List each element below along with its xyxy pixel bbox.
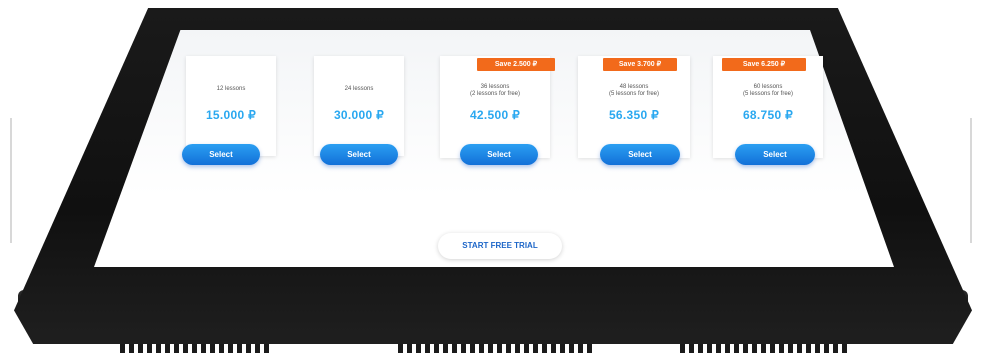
start-free-trial-button[interactable]: START FREE TRIAL xyxy=(438,233,562,259)
plan-price: 56.350 ₽ xyxy=(608,108,660,122)
plan-card-60: 60 lessons (5 lessons for free) 68.750 ₽ xyxy=(713,56,823,158)
right-divider-line xyxy=(970,118,972,243)
plan-card-12: 12 lessons 15.000 ₽ xyxy=(186,56,276,156)
plan-lessons: 12 lessons xyxy=(216,86,246,92)
plan-lessons: 60 lessons (5 lessons for free) xyxy=(742,84,794,97)
plan-price: 42.500 ₽ xyxy=(469,108,521,122)
plan-card-24: 24 lessons 30.000 ₽ xyxy=(314,56,404,156)
select-button-plan-12[interactable]: Select xyxy=(182,144,260,165)
plan-lessons: 24 lessons xyxy=(344,86,374,92)
plan-lessons: 36 lessons (2 lessons for free) xyxy=(469,84,521,97)
plan-price: 68.750 ₽ xyxy=(742,108,794,122)
select-button-plan-36[interactable]: Select xyxy=(460,144,538,165)
left-divider-line xyxy=(10,118,12,243)
save-badge-plan-48: Save 3.700 ₽ xyxy=(603,58,677,71)
select-button-plan-60[interactable]: Select xyxy=(735,144,815,165)
plan-lessons: 48 lessons (5 lessons for free) xyxy=(608,84,660,97)
select-button-plan-24[interactable]: Select xyxy=(320,144,398,165)
plan-card-48: 48 lessons (5 lessons for free) 56.350 ₽ xyxy=(578,56,690,158)
save-badge-plan-60: Save 6.250 ₽ xyxy=(722,58,806,71)
select-button-plan-48[interactable]: Select xyxy=(600,144,680,165)
plan-price: 30.000 ₽ xyxy=(333,108,385,122)
plan-card-36: 36 lessons (2 lessons for free) 42.500 ₽ xyxy=(440,56,550,158)
plan-price: 15.000 ₽ xyxy=(205,108,257,122)
save-badge-plan-36: Save 2.500 ₽ xyxy=(477,58,555,71)
